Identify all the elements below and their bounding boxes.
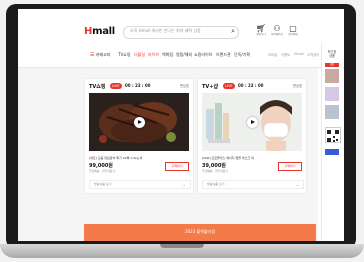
search-icon[interactable]: ⌕ [231,27,235,36]
tv-shopping-card[interactable]: TV쇼핑 LIVE 00 : 23 : 00 편성표 [세트] 모둠 양념갈비 … [84,78,194,194]
play-icon[interactable] [247,117,258,128]
nav-item[interactable]: 쇼핑라이브 [194,52,212,58]
sale-badge: 세일 [325,63,339,67]
category-nav: ☰ 카테고리 TV쇼핑 더블딜 라이브 백화점 명품/해외 쇼핑라이브 브랜드관… [18,49,344,63]
tv-plus-card[interactable]: TV+샵 LIVE 00 : 23 : 00 편성표 [CNP] 프로폴리스 에… [197,78,307,194]
browser-screen: Hmall 오직 Hmall 에서만 만나는 최대 혜택 상품 ⌕ 🛒︎ 장바구… [18,9,344,241]
schedule-link[interactable]: 편성표 [180,83,189,88]
nav-util[interactable]: 모바일 [268,52,277,57]
product-price: 39,000원 [202,163,226,169]
recent-product-thumb[interactable] [325,87,339,101]
recent-product-thumb[interactable] [325,69,339,83]
search-placeholder: 오직 Hmall 에서만 만나는 최대 혜택 상품 [130,28,201,33]
nav-util[interactable]: 이벤트 [281,52,290,57]
chevron-down-icon: ⌄ [295,182,299,187]
recent-products-title: 최근본 상품 [327,50,337,58]
menu-icon: ☰ [90,52,95,58]
schedule-link[interactable]: 편성표 [293,83,302,88]
nav-item[interactable]: 단독/기획 [234,52,250,58]
recent-products-sidebar: 최근본 상품 세일 [321,43,342,241]
product-price: 99,000원 [89,163,113,169]
live-badge: LIVE [110,83,122,89]
nav-item[interactable]: 라이브 [148,52,159,58]
nav-util[interactable]: 고객센터 [307,52,319,57]
mypage-button[interactable]: ⚇ 마이페이지 [270,24,284,40]
buy-button[interactable]: 구매하기 [278,162,302,171]
card-title: TV+샵 [202,84,219,90]
nav-item[interactable]: TV쇼핑 [118,52,131,58]
banner-text: 2023 블랙블라썸 [185,229,215,234]
product-description[interactable]: [세트] 모둠 양념갈비 특가 20팩 1.5kg 외 [89,156,189,160]
broadcast-timer: 00 : 23 : 00 [125,83,151,88]
live-badge: LIVE [223,83,235,89]
more-products-button[interactable]: 방송상품 보기 ⌄ [89,180,191,189]
product-description[interactable]: [CNP] 프로폴리스 에너지 앰플 마스크 외 [202,156,302,160]
card-title: TV쇼핑 [89,84,106,90]
category-all-button[interactable]: ☰ 카테고리 [90,52,111,58]
order-icon: ▢ [289,24,297,33]
nav-item[interactable]: 명품/해외 [176,52,192,58]
search-input[interactable]: 오직 Hmall 에서만 만나는 최대 혜택 상품 ⌕ [123,26,239,39]
cart-button[interactable]: 🛒︎ 장바구니 [254,24,268,40]
product-video[interactable] [89,93,189,151]
card-icon[interactable] [325,149,339,155]
nav-item[interactable]: 더블딜 [134,52,145,58]
qr-code-icon[interactable] [325,127,341,143]
chevron-down-icon: ⌄ [182,182,186,187]
broadcast-timer: 00 : 23 : 00 [238,83,264,88]
nav-item[interactable]: 브랜드관 [216,52,231,58]
nav-item[interactable]: 백화점 [162,52,173,58]
play-icon[interactable] [134,117,145,128]
product-subtext: 무료배송 · 할인적용가 [89,169,115,173]
recent-product-thumb[interactable] [325,105,339,119]
main-content: TV쇼핑 LIVE 00 : 23 : 00 편성표 [세트] 모둠 양념갈비 … [18,68,318,241]
laptop-notch [160,244,204,248]
promo-banner[interactable]: 2023 블랙블라썸 [84,224,316,241]
user-icon: ⚇ [273,24,281,33]
hmall-logo[interactable]: Hmall [84,26,115,37]
cart-icon: 🛒︎ [255,24,267,33]
order-button[interactable]: ▢ 주문/배송 [286,24,300,40]
more-products-button[interactable]: 방송상품 보기 ⌄ [202,180,304,189]
product-subtext: 무료배송 · 할인적용가 [202,169,228,173]
buy-button[interactable]: 구매하기 [165,162,189,171]
nav-util[interactable]: Hmall [294,52,304,56]
site-header: Hmall 오직 Hmall 에서만 만나는 최대 혜택 상품 ⌕ 🛒︎ 장바구… [18,9,344,68]
product-video[interactable] [202,93,302,151]
